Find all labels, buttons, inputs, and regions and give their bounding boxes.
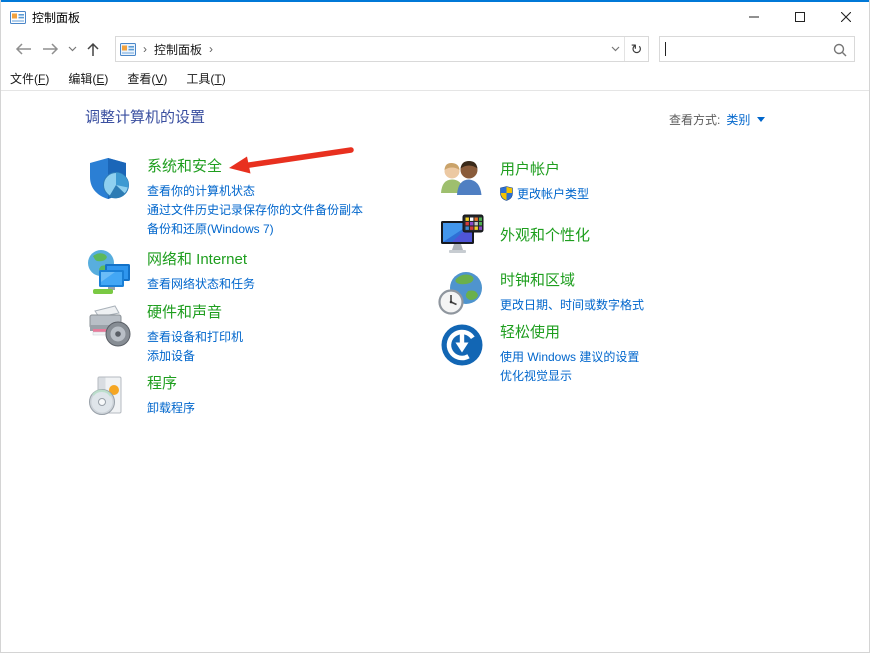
- window-controls: [731, 2, 869, 32]
- menu-tools[interactable]: 工具(T): [186, 70, 225, 87]
- chevron-down-icon: [611, 46, 620, 52]
- category-appearance-personalization: 外观和个性化: [438, 212, 590, 260]
- search-box[interactable]: [659, 36, 855, 62]
- navigation-toolbar: › 控制面板 › ↻: [1, 32, 869, 66]
- category-title-clock-region[interactable]: 时钟和区域: [500, 271, 644, 291]
- menu-view[interactable]: 查看(V): [127, 70, 167, 87]
- category-title-user-accounts[interactable]: 用户帐户: [500, 160, 589, 180]
- menu-label: ): [163, 72, 167, 86]
- search-input[interactable]: [660, 37, 854, 61]
- task-link-view-network-status[interactable]: 查看网络状态和任务: [147, 275, 255, 294]
- menu-label: ): [222, 72, 226, 86]
- menu-bar: 文件(F) 编辑(E) 查看(V) 工具(T): [1, 66, 869, 91]
- arrow-up-icon: [86, 41, 100, 57]
- menu-label: 编辑(: [68, 72, 96, 86]
- task-link-label: 更改帐户类型: [517, 187, 589, 201]
- category-ease-of-access: 轻松使用 使用 Windows 建议的设置 优化视觉显示: [438, 321, 639, 386]
- menu-edit[interactable]: 编辑(E): [68, 70, 108, 87]
- close-button[interactable]: [823, 2, 869, 32]
- control-panel-icon: [120, 43, 136, 56]
- control-panel-window: 控制面板: [0, 0, 870, 653]
- task-link-backup-restore-win7[interactable]: 备份和还原(Windows 7): [147, 220, 363, 239]
- page-title: 调整计算机的设置: [85, 106, 205, 127]
- window-title: 控制面板: [32, 9, 80, 26]
- refresh-icon: ↻: [631, 41, 643, 57]
- view-by-label: 查看方式:: [669, 111, 720, 128]
- category-title-appearance[interactable]: 外观和个性化: [500, 226, 590, 246]
- view-by-control: 查看方式: 类别: [669, 111, 765, 128]
- ease-of-access-icon[interactable]: [438, 321, 486, 369]
- view-by-value[interactable]: 类别: [726, 111, 750, 128]
- maximize-button[interactable]: [777, 2, 823, 32]
- titlebar[interactable]: 控制面板: [1, 2, 869, 32]
- forward-button[interactable]: [37, 35, 65, 63]
- software-box-cd-icon[interactable]: [85, 372, 133, 420]
- category-title-hardware-sound[interactable]: 硬件和声音: [147, 303, 243, 323]
- task-link-file-history-backup[interactable]: 通过文件历史记录保存你的文件备份副本: [147, 201, 363, 220]
- menu-label: 工具(: [186, 72, 214, 86]
- close-icon: [841, 12, 851, 22]
- monitor-palette-icon[interactable]: [438, 212, 486, 260]
- recent-pages-dropdown[interactable]: [65, 35, 79, 63]
- category-title-programs[interactable]: 程序: [147, 374, 195, 394]
- category-title-network-internet[interactable]: 网络和 Internet: [147, 250, 255, 270]
- menu-label: ): [45, 72, 49, 86]
- control-panel-icon: [10, 11, 26, 24]
- address-dropdown-button[interactable]: [606, 37, 624, 61]
- breadcrumb-separator[interactable]: ›: [136, 42, 154, 56]
- menu-label: ): [104, 72, 108, 86]
- chevron-down-icon[interactable]: [757, 117, 765, 122]
- category-user-accounts: 用户帐户 更改帐户类型: [438, 158, 589, 207]
- category-network-internet: 网络和 Internet 查看网络状态和任务: [85, 248, 255, 296]
- category-hardware-sound: 硬件和声音 查看设备和打印机 添加设备: [85, 301, 243, 366]
- category-clock-region: 时钟和区域 更改日期、时间或数字格式: [438, 269, 644, 317]
- arrow-right-icon: [42, 42, 60, 56]
- breadcrumb-control-panel[interactable]: 控制面板: [154, 41, 202, 58]
- back-button[interactable]: [9, 35, 37, 63]
- task-link-suggested-settings[interactable]: 使用 Windows 建议的设置: [500, 348, 639, 367]
- category-programs: 程序 卸载程序: [85, 372, 195, 420]
- globe-clock-icon[interactable]: [438, 269, 486, 317]
- maximize-icon: [795, 12, 805, 22]
- task-link-add-device[interactable]: 添加设备: [147, 347, 243, 366]
- category-title-system-security[interactable]: 系统和安全: [147, 157, 363, 177]
- breadcrumb-separator[interactable]: ›: [202, 42, 220, 56]
- chevron-down-icon: [68, 46, 77, 52]
- minimize-button[interactable]: [731, 2, 777, 32]
- category-title-ease-of-access[interactable]: 轻松使用: [500, 323, 639, 343]
- two-users-icon[interactable]: [438, 158, 486, 206]
- menu-access-key: T: [214, 72, 221, 86]
- menu-label: 查看(: [127, 72, 155, 86]
- security-shield-icon[interactable]: [85, 155, 133, 203]
- task-link-change-account-type[interactable]: 更改帐户类型: [500, 185, 589, 207]
- uac-shield-icon: [500, 186, 513, 207]
- task-link-view-devices-printers[interactable]: 查看设备和打印机: [147, 328, 243, 347]
- menu-file[interactable]: 文件(F): [10, 70, 49, 87]
- category-system-and-security: 系统和安全 查看你的计算机状态 通过文件历史记录保存你的文件备份副本 备份和还原…: [85, 155, 363, 239]
- task-link-uninstall-program[interactable]: 卸载程序: [147, 399, 195, 418]
- task-link-change-date-time-format[interactable]: 更改日期、时间或数字格式: [500, 296, 644, 315]
- menu-label: 文件(: [10, 72, 38, 86]
- address-bar[interactable]: › 控制面板 › ↻: [115, 36, 649, 62]
- minimize-icon: [749, 12, 759, 22]
- task-link-review-computer-status[interactable]: 查看你的计算机状态: [147, 182, 363, 201]
- arrow-left-icon: [14, 42, 32, 56]
- network-globe-monitors-icon[interactable]: [85, 248, 133, 296]
- up-button[interactable]: [79, 35, 107, 63]
- search-icon: [833, 43, 847, 62]
- refresh-button[interactable]: ↻: [624, 37, 648, 61]
- task-link-optimize-visual-display[interactable]: 优化视觉显示: [500, 367, 639, 386]
- printer-speaker-icon[interactable]: [85, 301, 133, 349]
